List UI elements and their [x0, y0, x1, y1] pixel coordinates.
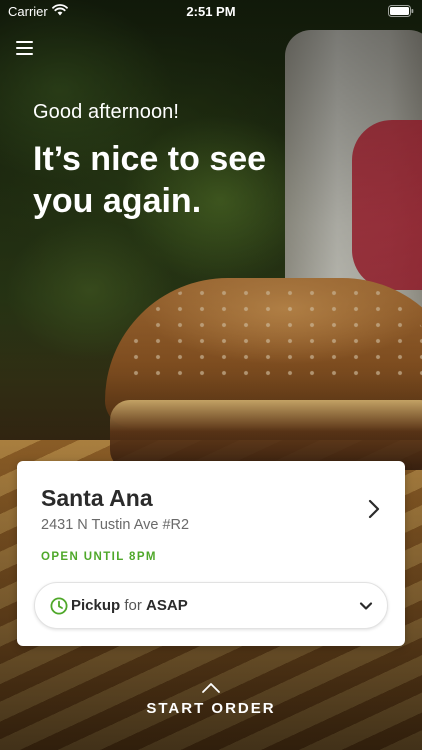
- headline-line-1: It’s nice to see: [33, 140, 267, 178]
- menu-bar-middle: [16, 47, 33, 49]
- greeting-subtitle: Good afternoon!: [33, 101, 180, 123]
- order-connector: for: [124, 597, 142, 614]
- store-address: 2431 N Tustin Ave #R2: [41, 517, 190, 533]
- chevron-up-icon: [202, 683, 220, 693]
- greeting-headline: It’s nice to see you again.: [33, 138, 333, 222]
- battery-icon: [388, 5, 414, 17]
- hamburger-menu-icon[interactable]: [14, 38, 36, 56]
- headline-line-2: you again.: [33, 182, 202, 220]
- start-order-button[interactable]: START ORDER: [0, 682, 422, 742]
- store-hours-badge: OPEN UNTIL 8PM: [41, 551, 157, 563]
- status-time: 2:51 PM: [186, 4, 236, 19]
- order-mode: Pickup: [71, 597, 121, 614]
- order-type-selector[interactable]: Pickup for ASAP: [34, 582, 388, 629]
- menu-bar-bottom: [16, 53, 33, 55]
- clock-icon: [50, 597, 68, 615]
- chevron-down-icon: [359, 602, 373, 610]
- store-name: Santa Ana: [41, 485, 153, 511]
- start-order-label: START ORDER: [146, 700, 276, 717]
- chevron-right-icon[interactable]: [365, 498, 383, 520]
- order-time: ASAP: [146, 597, 188, 614]
- order-summary: Pickup for ASAP: [71, 597, 188, 614]
- store-card[interactable]: Santa Ana 2431 N Tustin Ave #R2 OPEN UNT…: [17, 461, 405, 646]
- status-bar: Carrier 2:51 PM: [0, 0, 422, 24]
- menu-bar-top: [16, 41, 33, 43]
